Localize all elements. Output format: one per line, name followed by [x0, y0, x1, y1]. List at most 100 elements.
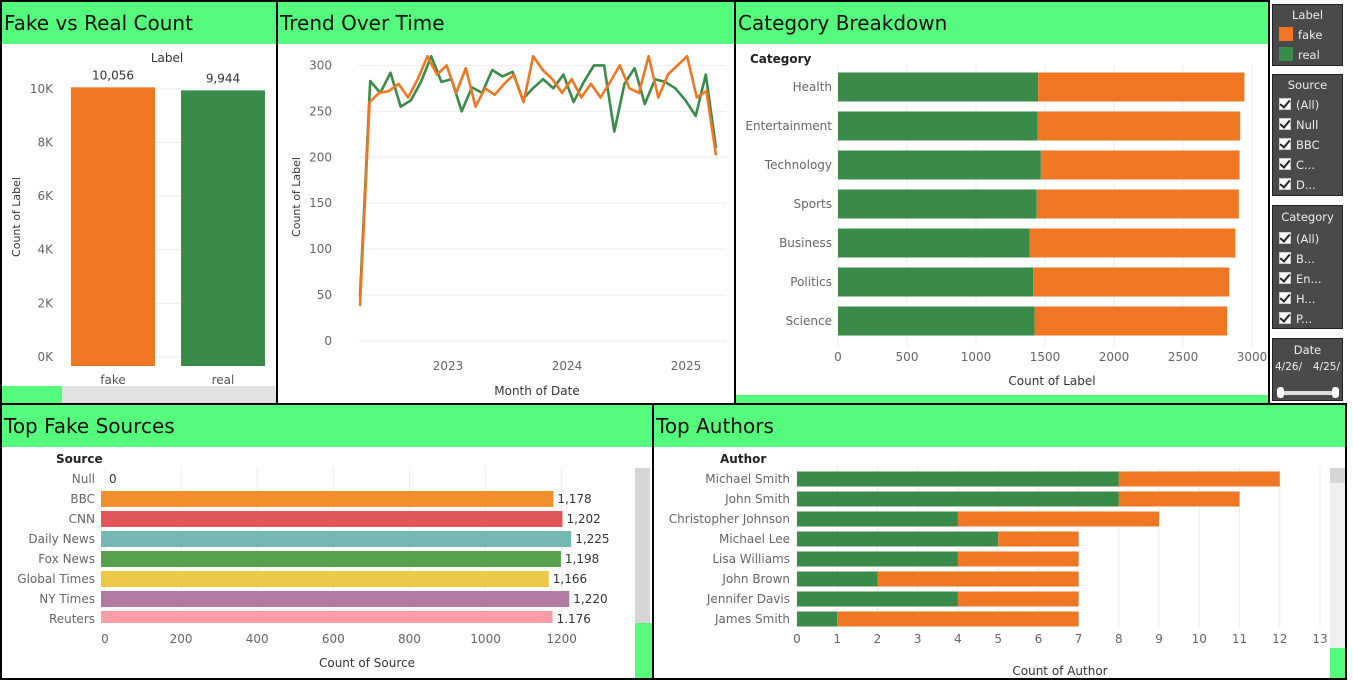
x-tick-label: 1000: [470, 632, 501, 646]
sources-scrollbar-thumb[interactable]: [635, 468, 650, 623]
category-label: Sports: [794, 197, 832, 211]
category-label: Fox News: [38, 552, 95, 566]
bar-segment-fake: [957, 591, 1079, 607]
date-filter-title: Date: [1293, 343, 1322, 357]
source-option[interactable]: C...: [1273, 155, 1342, 175]
authors-scrollbar-track[interactable]: [1330, 468, 1345, 648]
authors-chart[interactable]: 0 1 2 3 4 5 6 7 8 9 10 11 12 13AuthorCount of AuthorM…: [654, 405, 1347, 680]
category-option[interactable]: H...: [1273, 289, 1342, 309]
x-tick-label: 13: [1312, 632, 1327, 646]
y-axis-title: Author: [720, 452, 766, 466]
date-slider-track[interactable]: [1281, 391, 1335, 395]
trend-panel: Trend Over Time 0 50 100 150 200 250 300 Count …: [276, 0, 736, 405]
category-label: Technology: [764, 158, 832, 172]
option-label: D...: [1296, 178, 1316, 192]
checkbox-icon[interactable]: [1279, 158, 1291, 170]
x-axis-label: Count of Label: [1008, 374, 1095, 388]
y-tick-label: 6K: [37, 189, 54, 203]
authors-panel: Top Authors 0 1 2 3 4 5 6 7 8 9 10 11 12 13 Author Coun…: [652, 403, 1347, 680]
bar-segment-real: [797, 591, 958, 607]
category-option[interactable]: B...: [1273, 249, 1342, 269]
category-label: CNN: [69, 512, 95, 526]
sources-chart[interactable]: 0 200 400 600 800 1000 1200 Source Count of Sour…: [2, 405, 654, 680]
source-filter-title: Source: [1287, 78, 1328, 92]
bar-segment-real: [838, 72, 1039, 102]
date-slider-start-handle[interactable]: [1277, 387, 1284, 398]
source-bar: [101, 571, 549, 587]
fake-vs-real-chart[interactable]: Label 0K 2K 4K 6K 8K 10K Count of Label 10,056 fa…: [2, 2, 278, 387]
bar-segment-real: [838, 150, 1041, 180]
category-label: Jennifer Davis: [706, 592, 790, 606]
x-axis-label: Count of Author: [1012, 664, 1107, 678]
trend-chart[interactable]: 0 50 100 150 200 250 300 Count of Label 2023 2024…: [278, 2, 736, 405]
category-option[interactable]: En...: [1273, 269, 1342, 289]
checkbox-icon[interactable]: [1279, 178, 1291, 190]
bar-segment-fake: [1036, 189, 1239, 219]
bar-segment-real: [797, 471, 1119, 487]
bar-segment-real: [838, 228, 1030, 258]
label-legend-title: Label: [1291, 8, 1324, 22]
category-label: Michael Lee: [719, 532, 790, 546]
y-tick-label: 8K: [37, 135, 54, 149]
y-axis-title: Source: [56, 452, 103, 466]
bar-segment-fake: [957, 511, 1160, 527]
legend-item-real[interactable]: real: [1273, 45, 1342, 65]
data-label: 1,178: [557, 492, 591, 506]
date-slider-end-handle[interactable]: [1332, 387, 1339, 398]
x-tick-label: 11: [1232, 632, 1247, 646]
x-tick-label: 6: [1035, 632, 1043, 646]
y-axis-title: Category: [750, 52, 812, 66]
source-bar: [101, 551, 561, 567]
checkbox-icon[interactable]: [1279, 98, 1291, 110]
bar-segment-fake: [877, 571, 1079, 587]
fake-swatch: [1279, 27, 1293, 41]
legend-item-fake[interactable]: fake: [1273, 25, 1342, 45]
source-option[interactable]: (All): [1273, 95, 1342, 115]
category-label: James Smith: [714, 612, 790, 626]
x-tick-label: 2: [874, 632, 882, 646]
checkbox-icon[interactable]: [1279, 272, 1291, 284]
y-tick-label: 200: [309, 150, 332, 164]
checkbox-icon[interactable]: [1279, 118, 1291, 130]
authors-scrollbar-thumb[interactable]: [1330, 468, 1345, 483]
y-tick-label: 0K: [37, 350, 54, 364]
x-tick-label: 0: [101, 632, 109, 646]
option-label: (All): [1296, 98, 1320, 112]
y-tick-label: 10K: [30, 82, 54, 96]
source-bar: [101, 531, 572, 547]
bar-segment-fake: [957, 551, 1079, 567]
category-chart[interactable]: 0 500 1000 1500 2000 2500 3000 Category Count of…: [736, 2, 1270, 405]
checkbox-icon[interactable]: [1279, 138, 1291, 150]
bar-segment-fake: [1038, 72, 1245, 102]
x-tick-label: fake: [100, 373, 125, 387]
bar-segment-fake: [1033, 267, 1230, 297]
bar-segment-fake: [1037, 111, 1241, 141]
y-axis-label: Count of Label: [10, 177, 23, 257]
x-tick-label: 3000: [1237, 350, 1268, 364]
category-option[interactable]: (All): [1273, 229, 1342, 249]
source-filter: Source (All) Null BBC C... D...: [1272, 74, 1343, 196]
label-legend: Label fake real: [1272, 4, 1343, 66]
category-label: Science: [785, 314, 832, 328]
category-option[interactable]: P...: [1273, 309, 1342, 329]
y-tick-label: 2K: [37, 296, 54, 310]
source-option[interactable]: Null: [1273, 115, 1342, 135]
source-option[interactable]: D...: [1273, 175, 1342, 195]
source-option[interactable]: BBC: [1273, 135, 1342, 155]
y-tick-label: 250: [309, 104, 332, 118]
option-label: H...: [1296, 292, 1316, 306]
checkbox-icon[interactable]: [1279, 232, 1291, 244]
legend-label: fake: [1298, 28, 1323, 42]
checkbox-icon[interactable]: [1279, 292, 1291, 304]
y-tick-label: 4K: [37, 243, 54, 257]
category-filter: Category (All) B... En... H... P...: [1272, 205, 1343, 329]
checkbox-icon[interactable]: [1279, 252, 1291, 264]
category-label: NY Times: [39, 592, 95, 606]
x-tick-label: 200: [170, 632, 193, 646]
x-axis-label: Month of Date: [494, 384, 580, 398]
horizontal-scrollbar[interactable]: [62, 386, 276, 403]
y-tick-label: 0: [324, 334, 332, 348]
bar-segment-fake: [1118, 491, 1240, 507]
bar-segment-real: [838, 267, 1034, 297]
checkbox-icon[interactable]: [1279, 312, 1291, 324]
